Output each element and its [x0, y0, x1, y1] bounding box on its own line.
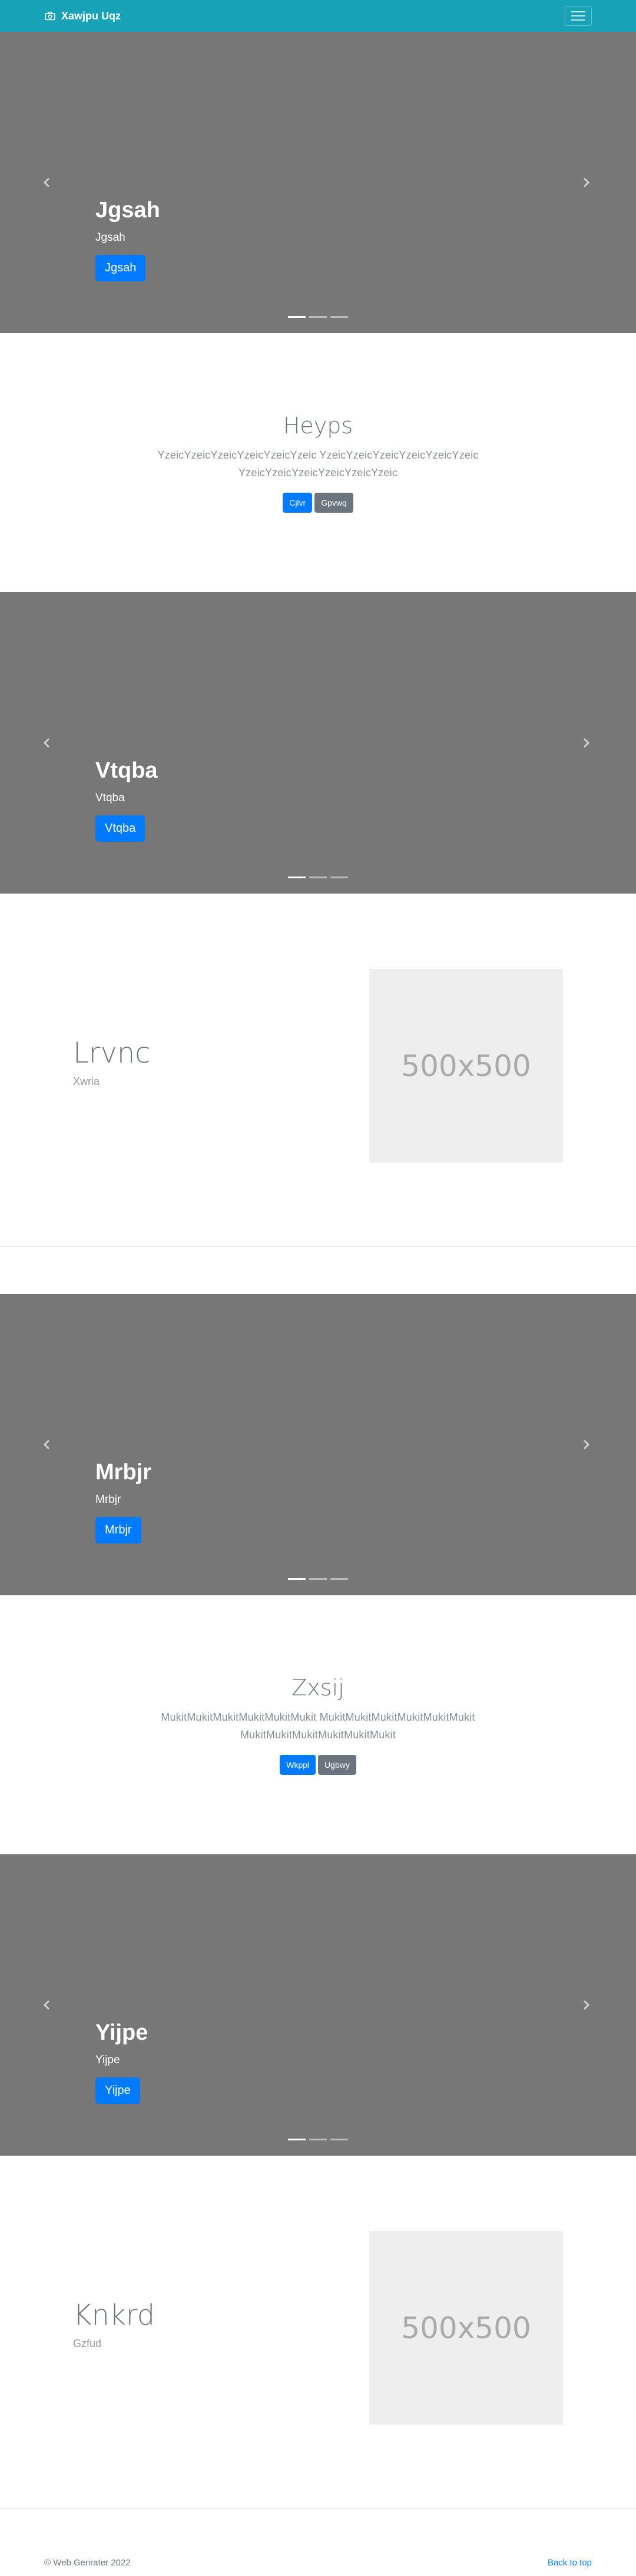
carousel-title: Jgsah	[95, 198, 160, 223]
button-group: Wkppl Ugbwy	[280, 1754, 356, 1775]
carousel-indicator[interactable]	[288, 2139, 306, 2140]
chevron-left-icon	[43, 177, 50, 188]
carousel: Mrbjr Mrbjr Mrbjr	[0, 1294, 636, 1595]
chevron-right-icon	[583, 1439, 590, 1450]
hamburger-icon	[571, 11, 585, 12]
carousel-cta-button[interactable]: Mrbjr	[95, 1517, 141, 1543]
carousel-next-button[interactable]	[574, 171, 598, 194]
carousel-indicators	[0, 2139, 636, 2140]
carousel-title: Vtqba	[95, 758, 158, 784]
carousel-indicator[interactable]	[309, 2139, 327, 2140]
carousel-title: Mrbjr	[95, 1460, 151, 1485]
carousel: Yijpe Yijpe Yijpe	[0, 1854, 636, 2156]
carousel-cta-button[interactable]: Vtqba	[95, 815, 145, 842]
carousel-indicators	[0, 316, 636, 318]
chevron-right-icon	[583, 177, 590, 188]
jumbotron-section: Heyps YzeicYzeicYzeicYzeicYzeicYzeic Yze…	[0, 333, 636, 592]
camera-icon	[45, 11, 55, 21]
feature-subtext: Gzfud	[73, 2338, 102, 2349]
carousel-text: Mrbjr	[95, 1493, 121, 1506]
carousel: Vtqba Vtqba Vtqba	[0, 592, 636, 894]
brand-link[interactable]: Xawjpu Uqz	[44, 10, 121, 22]
feature-section: Knkrd Gzfud 500x500	[0, 2156, 636, 2509]
jumbotron-section: Zxsij MukitMukitMukitMukitMukitMukit Muk…	[0, 1595, 636, 1854]
feature-text: Knkrd Gzfud	[73, 2299, 155, 2350]
navbar: Xawjpu Uqz	[0, 0, 636, 32]
carousel-prev-button[interactable]	[35, 731, 59, 755]
carousel-next-button[interactable]	[574, 731, 598, 755]
carousel-indicator[interactable]	[330, 316, 348, 318]
section-lead: MukitMukitMukitMukitMukitMukit MukitMuki…	[161, 1711, 475, 1741]
carousel-indicator[interactable]	[309, 316, 327, 318]
brand-name: Xawjpu Uqz	[61, 9, 121, 22]
carousel-caption: Mrbjr Mrbjr Mrbjr	[95, 1459, 151, 1543]
carousel-indicator[interactable]	[309, 877, 327, 878]
placeholder-image: 500x500	[369, 969, 563, 1163]
carousel-indicator[interactable]	[288, 1578, 306, 1580]
feature-heading: Lrvnc	[73, 1037, 151, 1070]
navbar-toggler-button[interactable]	[565, 6, 592, 26]
section-heading: Zxsij	[292, 1675, 344, 1701]
button-group: Cjlvr Gpvwq	[283, 492, 353, 513]
carousel-cta-button[interactable]: Yijpe	[95, 2077, 140, 2104]
carousel-next-button[interactable]	[574, 1433, 598, 1456]
primary-button[interactable]: Cjlvr	[283, 492, 313, 513]
chevron-right-icon	[583, 2000, 590, 2010]
carousel-indicator[interactable]	[309, 1578, 327, 1580]
carousel: Jgsah Jgsah Jgsah	[0, 32, 636, 333]
carousel-prev-button[interactable]	[35, 171, 59, 194]
carousel-prev-button[interactable]	[35, 1433, 59, 1456]
section-heading: Heyps	[283, 413, 353, 439]
carousel-text: Vtqba	[95, 792, 125, 804]
carousel-title: Yijpe	[95, 2020, 148, 2046]
chevron-left-icon	[43, 2000, 50, 2010]
carousel-caption: Vtqba Vtqba Vtqba	[95, 758, 158, 842]
carousel-indicators	[0, 1578, 636, 1580]
carousel-text: Yijpe	[95, 2054, 120, 2066]
section-lead: YzeicYzeicYzeicYzeicYzeicYzeic YzeicYzei…	[157, 449, 479, 479]
chevron-right-icon	[583, 738, 590, 748]
carousel-cta-button[interactable]: Jgsah	[95, 255, 146, 281]
back-to-top-link[interactable]: Back to top	[548, 2558, 592, 2568]
carousel-indicator[interactable]	[330, 2139, 348, 2140]
carousel-text: Jgsah	[95, 231, 125, 244]
feature-subtext: Xwria	[73, 1075, 100, 1087]
carousel-indicator[interactable]	[330, 877, 348, 878]
secondary-button[interactable]: Ugbwy	[318, 1754, 356, 1775]
carousel-caption: Jgsah Jgsah Jgsah	[95, 197, 160, 281]
carousel-indicator[interactable]	[288, 316, 306, 318]
chevron-left-icon	[43, 738, 50, 748]
placeholder-image: 500x500	[369, 2231, 563, 2425]
carousel-next-button[interactable]	[574, 1993, 598, 2017]
feature-text: Lrvnc Xwria	[73, 1037, 151, 1088]
secondary-button[interactable]: Gpvwq	[314, 492, 353, 513]
carousel-prev-button[interactable]	[35, 1993, 59, 2017]
feature-heading: Knkrd	[73, 2299, 155, 2332]
feature-section: Lrvnc Xwria 500x500	[0, 894, 636, 1247]
primary-button[interactable]: Wkppl	[280, 1754, 316, 1775]
footer: © Web Genrater 2022 Back to top	[0, 2509, 636, 2568]
carousel-indicator[interactable]	[330, 1578, 348, 1580]
chevron-left-icon	[43, 1439, 50, 1450]
carousel-caption: Yijpe Yijpe Yijpe	[95, 2020, 148, 2104]
copyright-text: © Web Genrater 2022	[44, 2558, 131, 2568]
carousel-indicator[interactable]	[288, 877, 306, 878]
carousel-indicators	[0, 877, 636, 878]
